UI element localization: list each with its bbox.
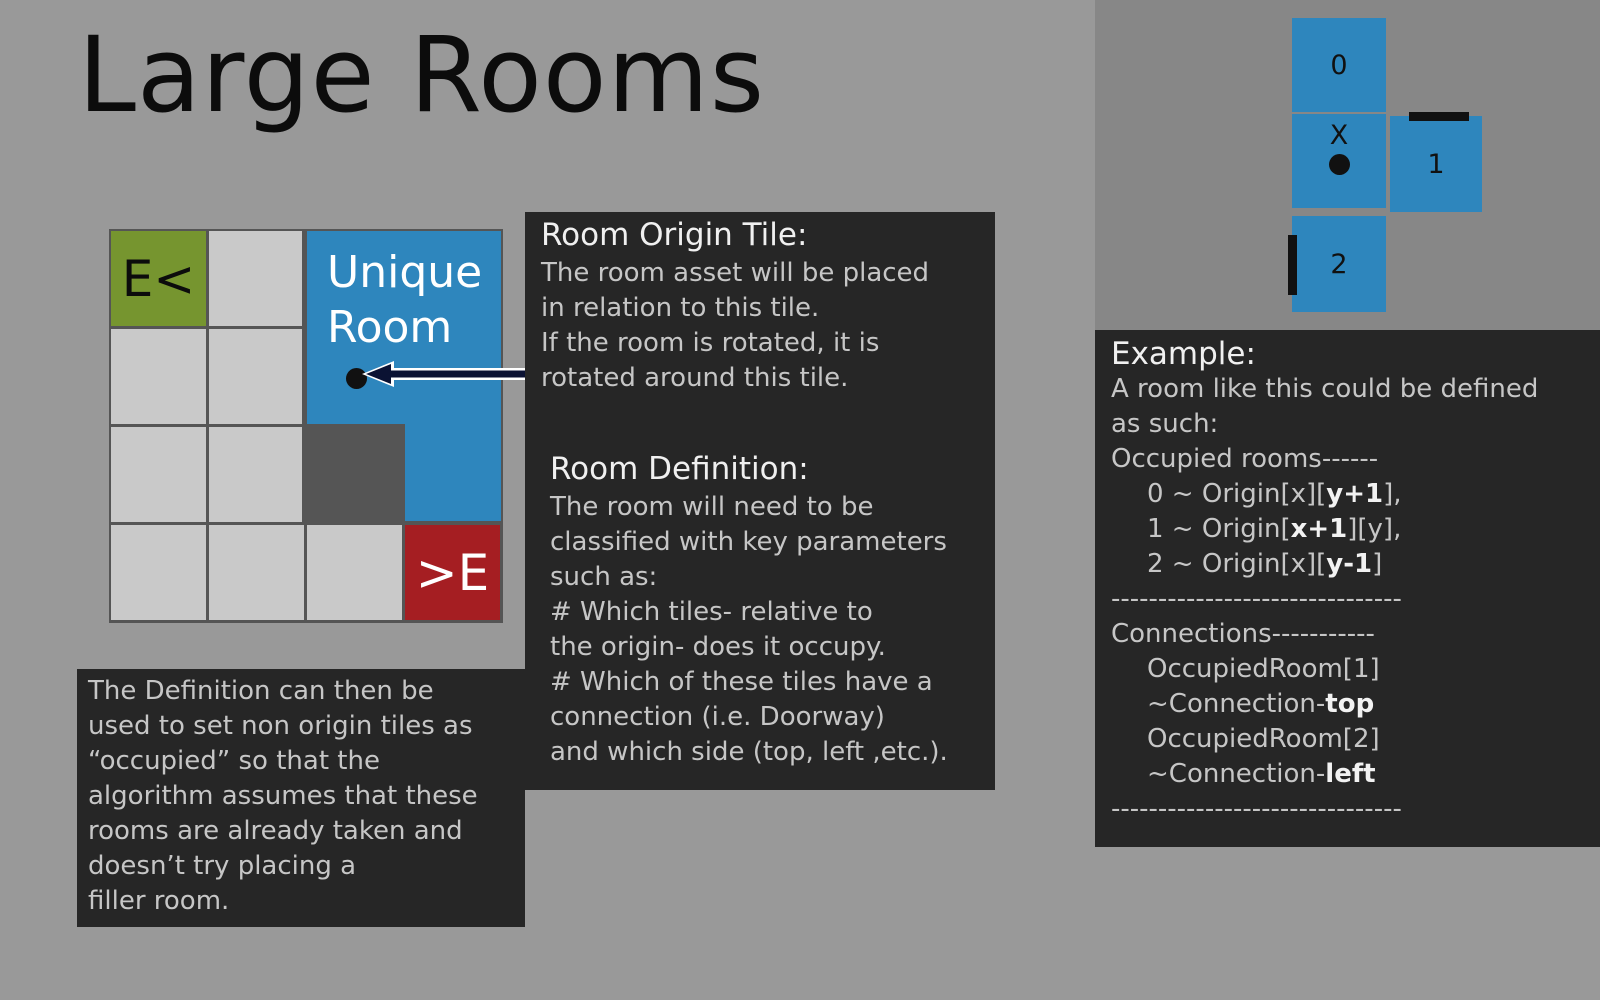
origin-arrow [362,361,527,387]
empty-tile [111,427,206,522]
connection-2-side: ~Connection-left [1147,759,1376,789]
connection-left-marker [1288,235,1297,295]
definition-heading: Room Definition: [550,451,809,487]
connections-header: Connections----------- [1111,619,1375,649]
empty-tile [111,525,206,620]
example-heading: Example: [1111,336,1256,372]
empty-tile [111,329,206,424]
example-intro: A room like this could be defined as suc… [1111,374,1539,439]
exit-tile: >E [405,525,500,620]
connection-top-marker [1409,112,1469,121]
empty-tile [209,231,304,326]
empty-tile [209,525,304,620]
origin-heading: Room Origin Tile: [541,217,808,253]
divider: ------------------------------- [1111,584,1402,614]
empty-tile [307,525,402,620]
origin-text: The room asset will be placed in relatio… [541,258,930,393]
connection-room-1: OccupiedRoom[1] [1147,654,1380,684]
occupied-entry-0: 0 ~ Origin[x][y+1], [1147,479,1402,509]
entry-tile: E< [111,231,206,326]
page-title: Large Rooms [78,14,765,136]
mini-tile-2: 2 [1292,216,1386,312]
room-grid: E< Unique Room >E [109,229,503,623]
connection-room-2: OccupiedRoom[2] [1147,724,1380,754]
mini-tile-0: 0 [1292,18,1386,112]
mini-tile-1: 1 [1390,116,1482,212]
definition-text: The room will need to be classified with… [550,492,948,767]
connection-1-side: ~Connection-top [1147,689,1375,719]
occupied-entry-1: 1 ~ Origin[x+1][y], [1147,514,1402,544]
room-info-box: Room Origin Tile: The room asset will be… [525,212,995,790]
divider: ------------------------------- [1111,794,1402,824]
mini-origin-dot [1329,154,1350,175]
example-box: Example: A room like this could be defin… [1095,330,1600,847]
occupied-header: Occupied rooms------ [1111,444,1379,474]
occupied-text: The Definition can then be used to set n… [88,676,478,916]
occupied-entry-2: 2 ~ Origin[x][y-1] [1147,549,1383,579]
empty-tile [209,329,304,424]
occupied-info-box: The Definition can then be used to set n… [77,669,525,927]
mini-tile-origin-label: X [1329,120,1349,151]
unique-room-label: Unique Room [327,247,483,353]
empty-tile [209,427,304,522]
